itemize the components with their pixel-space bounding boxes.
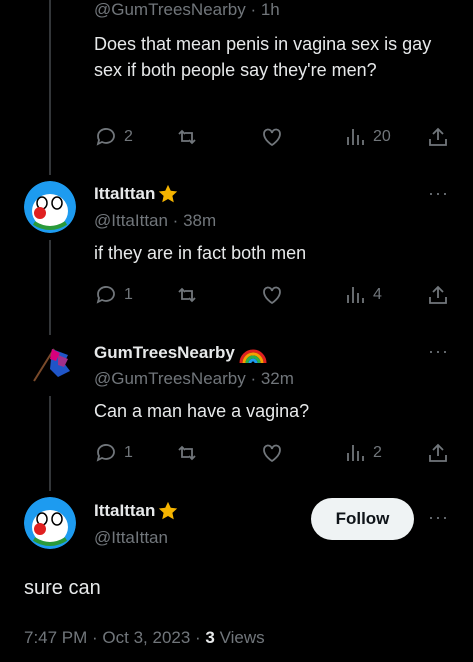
views-count: 3 (205, 628, 215, 647)
more-options-button[interactable]: ··· (428, 341, 449, 362)
views-label: Views (214, 628, 265, 647)
share-button[interactable] (426, 283, 450, 307)
retweet-button[interactable] (175, 441, 199, 465)
tweet-meta: 7:47 PM · Oct 3, 2023 · 3 Views (24, 628, 265, 648)
views-count: 4 (373, 286, 382, 303)
reply-icon (96, 286, 115, 304)
tweet-handle[interactable]: @GumTreesNearby · 1h (94, 0, 280, 20)
reply-count: 1 (124, 286, 133, 303)
author-name: IttaIttan (94, 501, 156, 520)
retweet-icon (178, 445, 196, 461)
views-icon (347, 445, 364, 461)
tweet-handle[interactable]: @IttaIttan · 38m (94, 211, 216, 231)
share-icon (429, 443, 447, 462)
retweet-icon (178, 287, 196, 303)
heart-icon (263, 444, 281, 463)
reply-button[interactable]: 2 (94, 125, 133, 149)
tweet-text: Does that mean penis in vagina sex is ga… (94, 34, 432, 80)
avatar[interactable] (24, 497, 76, 549)
main-tweet-text: sure can (24, 577, 101, 599)
rainbow-icon (239, 349, 267, 364)
flag-avatar-icon (33, 348, 70, 382)
avatar[interactable] (24, 181, 76, 233)
views-button[interactable]: 4 (343, 283, 382, 307)
reply-icon (96, 128, 115, 146)
reply-count: 2 (124, 128, 133, 145)
share-button[interactable] (426, 441, 450, 465)
star-icon (159, 501, 178, 520)
author-name: GumTreesNearby (94, 343, 235, 362)
reply-button[interactable]: 1 (94, 283, 133, 307)
like-button[interactable] (260, 125, 284, 149)
views-button[interactable]: 20 (343, 125, 391, 149)
more-options-button[interactable]: ··· (428, 507, 449, 528)
views-count: 2 (373, 444, 382, 461)
share-icon (429, 285, 447, 304)
main-tweet-author[interactable]: IttaIttan (94, 500, 179, 522)
share-button[interactable] (426, 125, 450, 149)
tweet-author[interactable]: GumTreesNearby (94, 341, 267, 365)
thread-line (49, 240, 51, 335)
tweet-text: if they are in fact both men (94, 243, 307, 263)
follow-button[interactable]: Follow (311, 498, 414, 540)
author-name: IttaIttan (94, 184, 156, 203)
like-button[interactable] (260, 283, 284, 307)
tweet-handle[interactable]: @GumTreesNearby · 32m (94, 369, 294, 389)
heart-icon (263, 128, 281, 147)
thread-line (49, 0, 51, 175)
views-button[interactable]: 2 (343, 441, 382, 465)
views-count: 20 (373, 128, 391, 145)
share-icon (429, 127, 447, 146)
flag-icon (22, 0, 74, 6)
tweet-author[interactable]: IttaIttan (94, 183, 179, 205)
flag-avatar-partial[interactable] (22, 0, 74, 6)
main-tweet-handle[interactable]: @IttaIttan (94, 528, 168, 548)
views-icon (347, 129, 364, 145)
retweet-button[interactable] (175, 283, 199, 307)
star-icon (159, 184, 178, 203)
avatar[interactable] (24, 341, 76, 393)
clown-avatar-icon (24, 181, 76, 233)
retweet-icon (178, 129, 196, 145)
thread-line (49, 396, 51, 491)
tweet-timestamp[interactable]: 7:47 PM · Oct 3, 2023 · (24, 628, 205, 647)
reply-icon (96, 444, 115, 462)
clown-avatar-icon (24, 497, 76, 549)
heart-icon (263, 286, 281, 305)
reply-count: 1 (124, 444, 133, 461)
views-icon (347, 287, 364, 303)
like-button[interactable] (260, 441, 284, 465)
more-options-button[interactable]: ··· (428, 183, 449, 204)
retweet-button[interactable] (175, 125, 199, 149)
tweet-text: Can a man have a vagina? (94, 401, 310, 421)
reply-button[interactable]: 1 (94, 441, 133, 465)
